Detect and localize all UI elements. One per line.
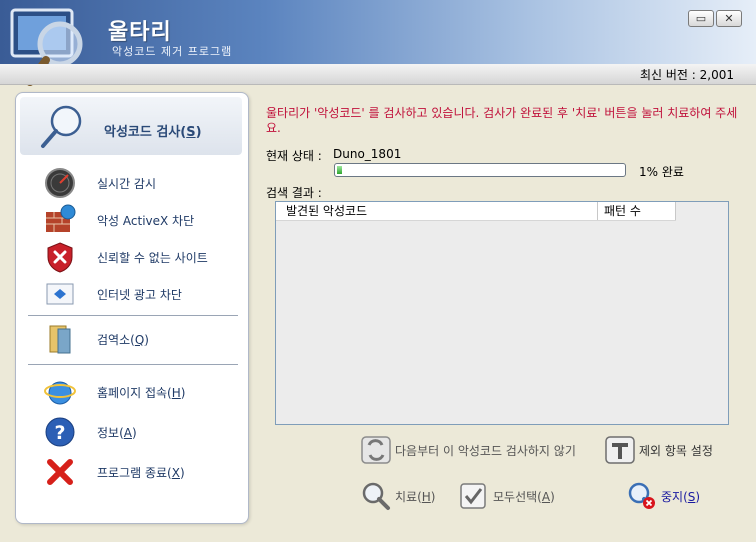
skip-malware-button[interactable]: 다음부터 이 악성코드 검사하지 않기 bbox=[360, 435, 576, 465]
sidebar-item-activex[interactable]: 악성 ActiveX 차단 bbox=[16, 202, 248, 236]
scan-message: 울타리가 '악성코드' 를 검사하고 있습니다. 검사가 완료된 후 '치료' … bbox=[266, 106, 738, 135]
skip-icon bbox=[361, 436, 391, 464]
brick-wall-globe-icon bbox=[46, 204, 76, 232]
close-button[interactable]: ✕ bbox=[716, 10, 742, 27]
sidebar-item-untrusted[interactable]: 신뢰할 수 없는 사이트 bbox=[16, 239, 248, 273]
sidebar: 악성코드 검사(S) 실시간 감시 악성 ActiveX 차단 신뢰할 수 없는… bbox=[15, 92, 249, 524]
app-title: 울타리 bbox=[108, 20, 172, 45]
results-list[interactable]: 발견된 악성코드 패턴 수 bbox=[275, 201, 729, 425]
magnifier-icon bbox=[41, 105, 82, 148]
status-label: 현재 상태 : bbox=[266, 149, 322, 163]
skip-label: 다음부터 이 악성코드 검사하지 않기 bbox=[395, 443, 576, 458]
stop-button[interactable]: 중지(S) bbox=[626, 481, 700, 511]
sidebar-item-label: 검역소(Q) bbox=[97, 333, 149, 347]
ad-block-icon bbox=[46, 283, 74, 305]
select-all-button[interactable]: 모두선택(A) bbox=[458, 481, 555, 511]
red-x-icon bbox=[47, 459, 73, 485]
close-icon: ✕ bbox=[724, 12, 734, 25]
exclude-settings-icon bbox=[605, 436, 635, 464]
help-icon: ? bbox=[45, 417, 75, 447]
heal-label: 치료(H) bbox=[395, 489, 436, 504]
column-header-malware[interactable]: 발견된 악성코드 bbox=[276, 202, 598, 220]
checkbox-icon bbox=[460, 483, 486, 509]
stop-scan-icon bbox=[628, 482, 655, 509]
stop-label: 중지(S) bbox=[661, 489, 701, 504]
minimize-icon: ▭ bbox=[695, 12, 707, 25]
title-bar: 울타리 악성코드 제거 프로그램 ▭ ✕ bbox=[0, 0, 756, 86]
sidebar-item-label: 프로그램 종료(X) bbox=[97, 466, 185, 480]
sidebar-item-label: 실시간 감시 bbox=[97, 177, 157, 191]
status-value: Duno_1801 bbox=[333, 147, 402, 161]
sidebar-item-homepage[interactable]: 홈페이지 접속(H) bbox=[16, 374, 248, 408]
scan-progress-bar bbox=[334, 163, 626, 177]
sidebar-item-label: 홈페이지 접속(H) bbox=[97, 386, 186, 400]
exclude-label: 제외 항목 설정 bbox=[639, 443, 713, 458]
app-subtitle: 악성코드 제거 프로그램 bbox=[112, 45, 233, 58]
ie-globe-icon bbox=[44, 381, 76, 405]
heal-button[interactable]: 치료(H) bbox=[360, 481, 435, 511]
version-bar: 최신 버전 : 2,001 bbox=[0, 64, 756, 85]
sidebar-item-label: 정보(A) bbox=[97, 426, 137, 440]
progress-text: 1% 완료 bbox=[639, 165, 684, 179]
red-shield-icon bbox=[47, 242, 73, 273]
sidebar-item-label: 악성코드 검사(S) bbox=[104, 125, 202, 140]
sidebar-item-realtime[interactable]: 실시간 감시 bbox=[16, 165, 248, 199]
sidebar-item-info[interactable]: ? 정보(A) bbox=[16, 414, 248, 448]
progress-fill bbox=[337, 166, 342, 174]
column-header-pattern-count[interactable]: 패턴 수 bbox=[598, 202, 676, 220]
svg-text:?: ? bbox=[54, 422, 65, 444]
radar-icon bbox=[45, 168, 75, 198]
version-text: 최신 버전 : 2,001 bbox=[639, 68, 734, 82]
sidebar-item-adblock[interactable]: 인터넷 광고 차단 bbox=[16, 276, 248, 310]
results-label: 검색 결과 : bbox=[266, 186, 322, 200]
sidebar-item-label: 인터넷 광고 차단 bbox=[97, 288, 182, 302]
exclusion-settings-button[interactable]: 제외 항목 설정 bbox=[604, 435, 713, 465]
sidebar-divider bbox=[28, 364, 238, 365]
select-all-label: 모두선택(A) bbox=[493, 489, 555, 504]
sidebar-item-label: 악성 ActiveX 차단 bbox=[97, 214, 195, 228]
sidebar-divider bbox=[28, 315, 238, 316]
heal-magnifier-icon bbox=[362, 482, 390, 510]
sidebar-item-label: 신뢰할 수 없는 사이트 bbox=[97, 251, 208, 265]
sidebar-item-exit[interactable]: 프로그램 종료(X) bbox=[16, 454, 248, 488]
minimize-button[interactable]: ▭ bbox=[688, 10, 714, 27]
quarantine-icon bbox=[49, 325, 71, 354]
sidebar-item-scan[interactable]: 악성코드 검사(S) bbox=[20, 97, 242, 155]
sidebar-item-quarantine[interactable]: 검역소(Q) bbox=[16, 321, 248, 355]
results-header: 발견된 악성코드 패턴 수 bbox=[276, 202, 676, 221]
